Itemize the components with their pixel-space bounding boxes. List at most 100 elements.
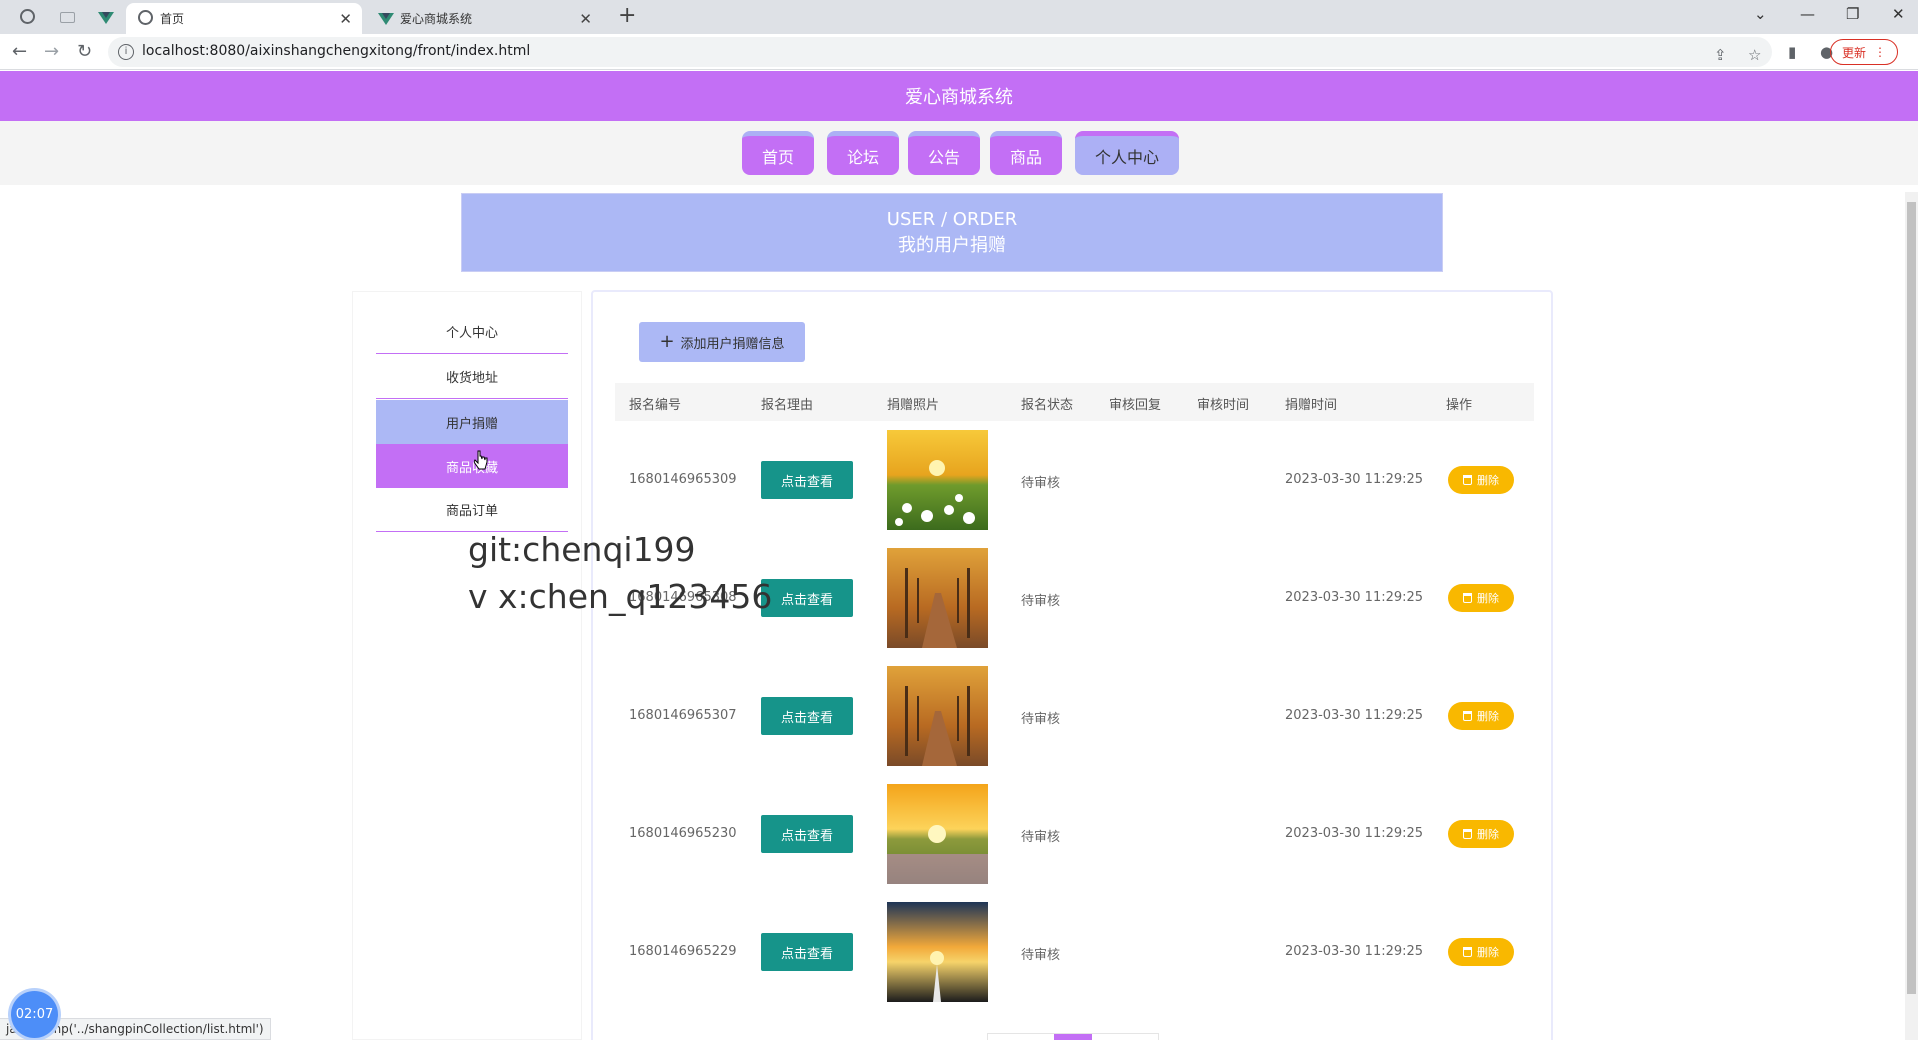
tab-search-chevron-icon[interactable]: ⌄ bbox=[1754, 5, 1767, 23]
sidebar-item-user-center[interactable]: 个人中心 bbox=[376, 310, 568, 354]
column-header: 审核时间 bbox=[1197, 398, 1250, 413]
table-row: 1680146965309 点击查看 待审核 2023-03-30 11:29:… bbox=[615, 421, 1534, 539]
main-nav: 首页 论坛 公告 商品 个人中心 bbox=[0, 121, 1918, 185]
page-scrollbar[interactable] bbox=[1905, 192, 1918, 1040]
status-text: 待审核 bbox=[1021, 948, 1061, 963]
column-header: 报名理由 bbox=[761, 398, 814, 413]
delete-button[interactable]: 删除 bbox=[1448, 702, 1514, 730]
donate-time: 2023-03-30 11:29:25 bbox=[1285, 472, 1424, 487]
pinned-tab-globe-icon[interactable] bbox=[20, 9, 35, 24]
view-reason-button[interactable]: 点击查看 bbox=[761, 815, 853, 853]
trash-icon bbox=[1463, 711, 1472, 721]
bookmark-star-icon[interactable]: ☆ bbox=[1748, 46, 1761, 64]
view-reason-button[interactable]: 点击查看 bbox=[761, 461, 853, 499]
table-header: 报名编号 报名理由 捐赠照片 报名状态 审核回复 审核时间 捐赠时间 操作 bbox=[615, 383, 1534, 421]
nav-forum[interactable]: 论坛 bbox=[827, 131, 899, 175]
sidebar-item-address[interactable]: 收货地址 bbox=[376, 355, 568, 399]
nav-label: 商品 bbox=[1009, 147, 1042, 167]
sidebar-item-label: 商品收藏 bbox=[445, 460, 498, 476]
new-tab-icon[interactable]: + bbox=[618, 3, 636, 28]
donation-id: 1680146965309 bbox=[629, 472, 737, 487]
view-reason-button[interactable]: 点击查看 bbox=[761, 933, 853, 971]
tab-home[interactable]: 首页 ✕ bbox=[126, 3, 362, 34]
column-header: 操作 bbox=[1446, 398, 1473, 413]
scrollbar-thumb[interactable] bbox=[1907, 202, 1916, 994]
restore-icon[interactable]: ❐ bbox=[1846, 5, 1859, 23]
page-banner: USER / ORDER 我的用户捐赠 bbox=[461, 193, 1443, 272]
view-reason-button[interactable]: 点击查看 bbox=[761, 697, 853, 735]
donation-photo[interactable] bbox=[887, 666, 988, 766]
nav-label: 论坛 bbox=[846, 147, 879, 167]
sidebar-item-collection[interactable]: 商品收藏 bbox=[376, 444, 568, 488]
globe-icon bbox=[138, 10, 153, 25]
nav-notice[interactable]: 公告 bbox=[908, 131, 980, 175]
status-text: 待审核 bbox=[1021, 476, 1061, 491]
delete-label: 删除 bbox=[1477, 592, 1499, 605]
donation-id: 1680146965229 bbox=[629, 944, 737, 959]
mouse-cursor-icon bbox=[474, 450, 488, 470]
tab-site[interactable]: 爱心商城系统 ✕ bbox=[366, 3, 602, 34]
view-reason-button[interactable]: 点击查看 bbox=[761, 579, 853, 617]
view-label: 点击查看 bbox=[780, 592, 833, 608]
sidebar-item-label: 收货地址 bbox=[445, 371, 498, 386]
donation-photo[interactable] bbox=[887, 548, 988, 648]
banner-subtitle: USER / ORDER bbox=[886, 208, 1018, 230]
delete-button[interactable]: 删除 bbox=[1448, 584, 1514, 612]
update-button[interactable]: 更新 ⋮ bbox=[1830, 39, 1898, 65]
watermark-line-1: git:chenqi199 bbox=[468, 530, 696, 569]
delete-button[interactable]: 删除 bbox=[1448, 938, 1514, 966]
donation-panel: + 添加用户捐赠信息 报名编号 报名理由 捐赠照片 报名状态 审核回复 审核时间… bbox=[591, 290, 1553, 1040]
sidebar-item-orders[interactable]: 商品订单 bbox=[376, 488, 568, 532]
page-title: 我的用户捐赠 bbox=[898, 234, 1006, 256]
donate-time: 2023-03-30 11:29:25 bbox=[1285, 826, 1424, 841]
delete-button[interactable]: 删除 bbox=[1448, 820, 1514, 848]
donation-photo[interactable] bbox=[887, 430, 988, 530]
view-label: 点击查看 bbox=[780, 474, 833, 490]
view-label: 点击查看 bbox=[780, 710, 833, 726]
donation-photo[interactable] bbox=[887, 902, 988, 1002]
sidebar-item-label: 用户捐赠 bbox=[445, 416, 498, 432]
delete-label: 删除 bbox=[1477, 474, 1499, 487]
forward-icon[interactable]: → bbox=[44, 41, 59, 62]
nav-user-center[interactable]: 个人中心 bbox=[1075, 131, 1179, 175]
tab-title: 爱心商城系统 bbox=[400, 12, 473, 26]
watermark-line-2: v x:chen_q123456 bbox=[468, 577, 773, 616]
more-menu-icon[interactable]: ⋮ bbox=[1874, 45, 1886, 59]
table-row: 1680146965307 点击查看 待审核 2023-03-30 11:29:… bbox=[615, 657, 1534, 775]
column-header: 捐赠时间 bbox=[1285, 398, 1338, 413]
site-info-icon[interactable]: i bbox=[118, 44, 134, 60]
donate-time: 2023-03-30 11:29:25 bbox=[1285, 708, 1424, 723]
close-window-icon[interactable]: ✕ bbox=[1892, 5, 1905, 23]
column-header: 捐赠照片 bbox=[887, 398, 940, 413]
status-text: 待审核 bbox=[1021, 712, 1061, 727]
share-icon[interactable]: ⇪ bbox=[1714, 46, 1727, 64]
recording-timer: 02:07 bbox=[11, 991, 58, 1038]
url-text[interactable]: localhost:8080/aixinshangchengxitong/fro… bbox=[142, 43, 530, 59]
donate-time: 2023-03-30 11:29:25 bbox=[1285, 590, 1424, 605]
minimize-icon[interactable]: — bbox=[1800, 5, 1815, 23]
close-tab-icon[interactable]: ✕ bbox=[579, 10, 592, 28]
nav-label: 公告 bbox=[927, 147, 960, 167]
column-header: 审核回复 bbox=[1109, 398, 1162, 413]
trash-icon bbox=[1463, 829, 1472, 839]
delete-button[interactable]: 删除 bbox=[1448, 466, 1514, 494]
delete-label: 删除 bbox=[1477, 710, 1499, 723]
column-header: 报名编号 bbox=[629, 398, 682, 413]
side-panel-icon[interactable]: ▮ bbox=[1788, 43, 1796, 61]
nav-goods[interactable]: 商品 bbox=[990, 131, 1062, 175]
back-icon[interactable]: ← bbox=[12, 41, 27, 62]
trash-icon bbox=[1463, 593, 1472, 603]
pinned-tab-page-icon[interactable] bbox=[60, 12, 75, 23]
trash-icon bbox=[1463, 475, 1472, 485]
donation-photo[interactable] bbox=[887, 784, 988, 884]
site-header: 爱心商城系统 bbox=[0, 71, 1918, 121]
sidebar-item-donation[interactable]: 用户捐赠 bbox=[376, 400, 568, 444]
reload-icon[interactable]: ↻ bbox=[77, 41, 92, 62]
add-donation-button[interactable]: + 添加用户捐赠信息 bbox=[639, 322, 805, 362]
close-tab-icon[interactable]: ✕ bbox=[339, 10, 352, 28]
current-page-button[interactable] bbox=[1054, 1034, 1092, 1040]
nav-home[interactable]: 首页 bbox=[742, 131, 814, 175]
table-row: 1680146965230 点击查看 待审核 2023-03-30 11:29:… bbox=[615, 775, 1534, 893]
url-field[interactable]: i localhost:8080/aixinshangchengxitong/f… bbox=[108, 37, 1772, 67]
site-title: 爱心商城系统 bbox=[905, 87, 1013, 108]
